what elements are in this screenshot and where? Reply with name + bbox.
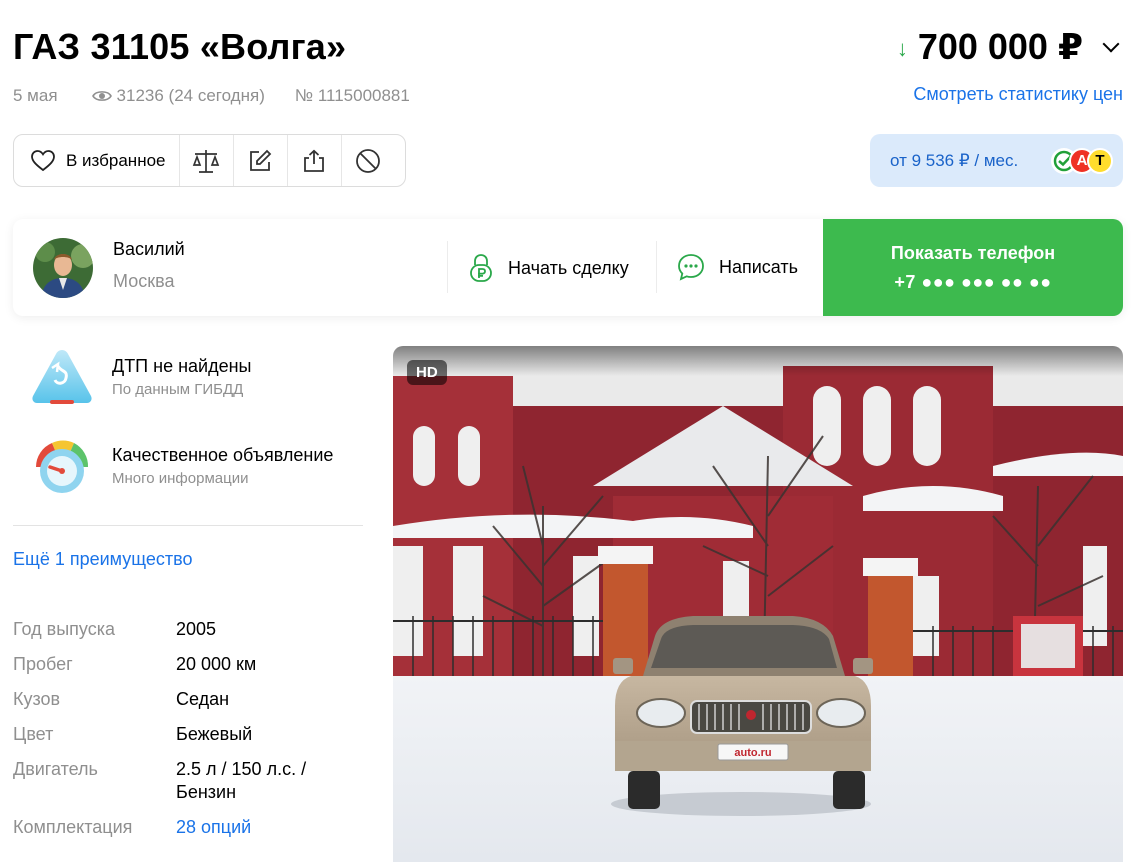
listing-meta: 5 мая 31236 (24 сегодня) № 1115000881 [13, 86, 410, 106]
divider [656, 241, 657, 293]
price-block[interactable]: ↓ 700 000 ₽ [897, 26, 1123, 68]
speedometer-icon [36, 440, 89, 493]
price-value: 700 000 ₽ [917, 26, 1083, 67]
show-phone-label: Показать телефон [890, 242, 1056, 263]
compare-icon [192, 149, 220, 173]
eye-icon [91, 91, 112, 101]
action-bar: В избранное [13, 134, 406, 187]
divider [13, 525, 363, 526]
write-message-label: Написать [719, 256, 799, 277]
spec-row-equipment: Комплектация 28 опций [13, 816, 363, 839]
avatar[interactable] [33, 238, 93, 298]
share-button[interactable] [288, 135, 342, 186]
chevron-down-icon[interactable] [1102, 35, 1120, 53]
views-count: 31236 (24 сегодня) [116, 86, 265, 105]
lock-ruble-icon [470, 254, 492, 282]
feature-title: ДТП не найдены [112, 356, 252, 376]
compare-button[interactable] [180, 135, 234, 186]
specs-list: Год выпуска 2005 Пробег 20 000 км Кузов Сед… [13, 618, 363, 851]
seller-card: Василий Москва Начать сделку Написать По… [13, 219, 1123, 316]
credit-offer[interactable]: от 9 536 ₽ / мес. А Т [870, 134, 1123, 187]
feature-subtitle: По данным ГИБДД [112, 381, 244, 398]
seller-city: Москва [113, 271, 175, 291]
show-phone-button[interactable]: Показать телефон +7 ●●● ●●● ●● ●● [823, 219, 1123, 316]
views-counter: 31236 (24 сегодня) [91, 86, 265, 106]
more-advantages-link[interactable]: Ещё 1 преимущество [13, 549, 192, 570]
spec-label: Цвет [13, 724, 54, 744]
tinkoff-logo-icon: Т [1087, 147, 1113, 174]
spec-row-color: Цвет Бежевый [13, 723, 363, 746]
feature-no-accidents[interactable]: ДТП не найдены По данным ГИБДД [30, 348, 251, 406]
bank-logos: А Т [1051, 147, 1113, 174]
arrow-down-icon: ↓ [896, 36, 908, 61]
equipment-options-link[interactable]: 28 опций [176, 816, 251, 839]
spec-value: Седан [176, 689, 230, 709]
spec-row-mileage: Пробег 20 000 км [13, 653, 363, 676]
edit-note-icon [250, 149, 272, 171]
spec-label: Кузов [13, 689, 61, 709]
spec-label: Комплектация [13, 817, 133, 837]
start-deal-label: Начать сделку [508, 257, 629, 278]
divider [447, 241, 448, 293]
spec-value: 2.5 л / 150 л.с. / Бензин [176, 759, 307, 802]
chat-icon [678, 254, 704, 281]
spec-value: Бежевый [176, 724, 253, 744]
hd-badge: HD [407, 360, 447, 385]
start-deal-button[interactable]: Начать сделку [468, 253, 629, 283]
favorite-label: В избранное [66, 150, 166, 170]
spec-row-year: Год выпуска 2005 [13, 618, 363, 641]
spec-value: 2005 [176, 619, 217, 639]
write-message-button[interactable]: Написать [677, 253, 798, 281]
feature-subtitle: Много информации [112, 470, 249, 487]
spec-label: Год выпуска [13, 619, 115, 639]
seller-name[interactable]: Василий [113, 239, 185, 260]
spec-row-engine: Двигатель 2.5 л / 150 л.с. / Бензин [13, 758, 363, 804]
note-button[interactable] [234, 135, 288, 186]
heart-icon [31, 149, 55, 171]
listing-number: № 1115000881 [294, 86, 410, 105]
price-stats-link[interactable]: Смотреть статистику цен [913, 84, 1123, 105]
credit-label: от 9 536 ₽ / мес. [890, 150, 1019, 170]
spec-row-body: Кузов Седан [13, 688, 363, 711]
favorite-button[interactable]: В избранное [14, 135, 180, 186]
masked-phone: +7 ●●● ●●● ●● ●● [894, 271, 1052, 292]
feature-title: Качественное объявление [112, 445, 334, 465]
share-icon [304, 149, 324, 172]
shield-check-icon [32, 350, 92, 404]
car-photo: auto.ru [393, 346, 1123, 862]
block-icon [356, 148, 380, 173]
spec-value: 20 000 км [176, 654, 257, 674]
main-photo[interactable]: auto.ru HD [393, 346, 1123, 862]
spec-label: Пробег [13, 654, 73, 674]
block-button[interactable] [342, 135, 395, 186]
feature-quality-listing[interactable]: Качественное объявление Много информации [30, 435, 333, 497]
plate-text: auto.ru [734, 747, 771, 759]
listing-date: 5 мая [13, 86, 58, 105]
page-title: ГАЗ 31105 «Волга» [13, 26, 347, 67]
spec-label: Двигатель [13, 759, 98, 779]
